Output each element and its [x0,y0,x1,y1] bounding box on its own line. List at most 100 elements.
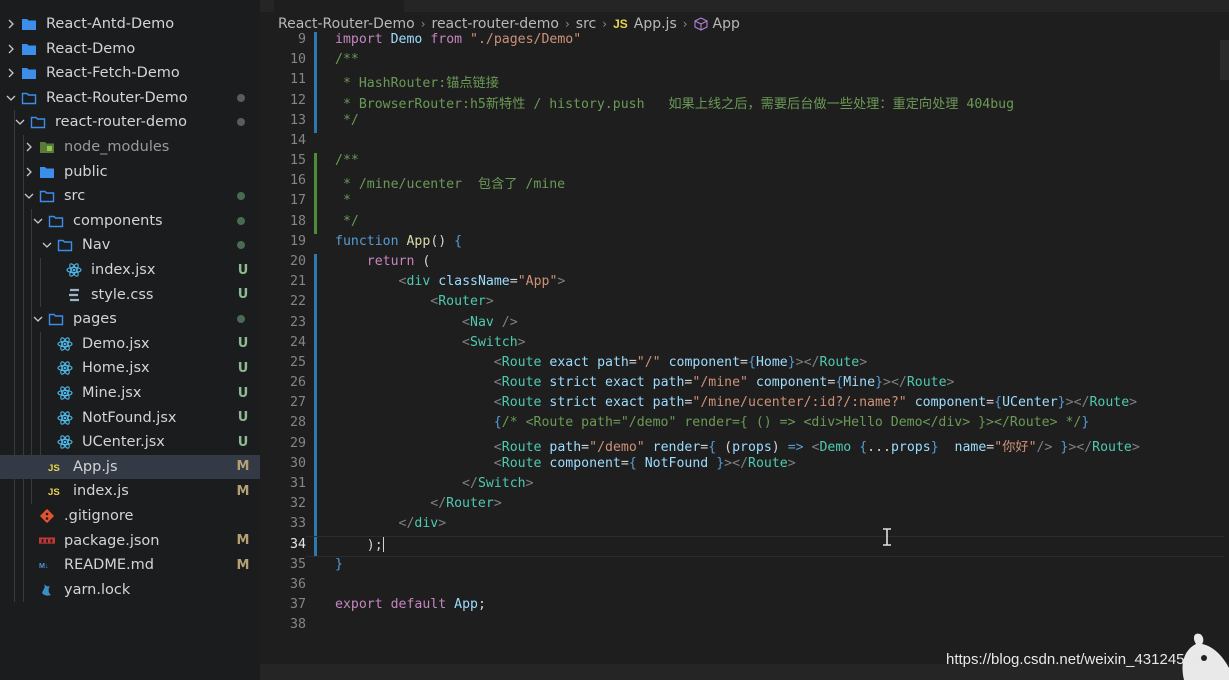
explorer-item[interactable]: components [0,209,260,233]
breadcrumb-item[interactable]: React-Router-Demo [278,16,415,32]
code-line[interactable]: <Switch> [335,335,526,350]
chevron-down-icon[interactable] [32,312,44,326]
chevron-right-icon[interactable] [5,17,17,31]
folder-open-icon [30,114,46,130]
explorer-item[interactable]: node_modules [0,135,260,159]
explorer-item-label: public [64,163,108,180]
code-line[interactable]: import Demo from "./pages/Demo" [335,32,581,47]
chevron-down-icon[interactable] [41,238,53,252]
explorer-item[interactable]: yarn.lock [0,578,260,602]
explorer-item-label: NotFound.jsx [82,409,177,426]
code-line[interactable]: <Route component={ NotFound }></Route> [335,456,796,471]
explorer-item[interactable]: style.css U [0,283,260,307]
symbol-cube-icon [693,17,708,31]
line-number: 37 [289,597,306,613]
code-line[interactable]: return ( [335,254,431,269]
explorer-item[interactable]: UCenter.jsx U [0,430,260,454]
chevron-right-icon[interactable] [23,140,35,154]
explorer-item[interactable]: React-Fetch-Demo [0,61,260,85]
explorer-item[interactable]: src [0,184,260,208]
node-folder-icon [39,139,55,155]
explorer-item[interactable]: NotFound.jsx U [0,406,260,430]
code-line[interactable]: * /mine/ucenter 包含了 /mine [335,173,565,192]
explorer-item[interactable]: React-Router-Demo [0,86,260,110]
chevron-down-icon[interactable] [14,115,26,129]
explorer-item-label: README.md [64,557,154,574]
chevron-right-icon[interactable] [23,165,35,179]
code-line[interactable]: * HashRouter:锚点链接 [335,72,499,91]
explorer-item[interactable]: .gitignore [0,504,260,528]
breadcrumb-item[interactable]: App [713,16,740,32]
code-line[interactable]: } [335,557,343,572]
chevron-down-icon[interactable] [23,189,35,203]
git-status-badge: U [237,336,249,352]
explorer-item[interactable]: Mine.jsx U [0,381,260,405]
status-dot [237,93,245,102]
code-line[interactable]: * BrowserRouter:h5新特性 / history.push 如果上… [335,93,1014,112]
explorer-item[interactable]: Nav [0,233,260,257]
line-number: 30 [289,455,306,471]
code-line[interactable]: */ [335,113,359,128]
explorer-item[interactable]: index.jsx U [0,258,260,282]
chevron-right-icon[interactable] [5,66,17,80]
explorer-item[interactable]: JS index.js M [0,479,260,503]
npm-icon [39,533,55,549]
chevron-down-icon[interactable] [5,91,17,105]
explorer-item-label: App.js [73,458,118,475]
folder-open-icon [39,188,55,204]
explorer-item[interactable]: react-router-demo [0,110,260,134]
explorer-item[interactable]: package.json M [0,529,260,553]
minimap-slider[interactable] [1220,40,1229,80]
code-line[interactable]: <Route strict exact path="/mine" compone… [335,375,955,390]
code-line[interactable]: /** [335,52,359,67]
breadcrumb-item[interactable]: src [576,16,596,32]
code-line[interactable]: /** [335,153,359,168]
breadcrumb-separator-icon: › [420,17,426,31]
explorer-item-label: React-Router-Demo [46,89,188,106]
code-line[interactable]: {/* <Route path="/demo" render={ () => <… [335,415,1090,430]
text-cursor-icon [883,528,891,546]
code-line[interactable]: function App() { [335,234,462,249]
code-line[interactable]: */ [335,214,359,229]
explorer-item[interactable]: Home.jsx U [0,356,260,380]
line-number: 25 [289,354,306,370]
explorer-item[interactable]: React-Antd-Demo [0,12,260,36]
code-line[interactable]: ); [335,536,384,553]
code-line[interactable]: </Switch> [335,476,533,491]
line-number: 11 [289,72,306,88]
code-line[interactable]: <Nav /> [335,315,518,330]
code-line[interactable]: </Router> [335,496,501,511]
code-line[interactable]: <div className="App"> [335,274,566,289]
code-line[interactable]: <Route path="/demo" render={ (props) => … [335,436,1140,455]
explorer-item-label: React-Fetch-Demo [46,65,180,82]
explorer-item[interactable]: Demo.jsx U [0,332,260,356]
chevron-down-icon[interactable] [32,214,44,228]
chevron-right-icon[interactable] [5,42,17,56]
explorer-item-label: pages [73,311,117,328]
explorer-item-label: react-router-demo [55,114,188,131]
explorer-item[interactable]: React-Demo [0,37,260,61]
git-status-badge: M [236,459,250,475]
explorer-item-label: Home.jsx [82,360,150,377]
explorer-item[interactable]: pages [0,307,260,331]
tab-app-js[interactable] [274,0,404,12]
breadcrumb-separator-icon: › [564,17,570,31]
code-line[interactable]: export default App; [335,597,486,612]
code-line[interactable]: <Route exact path="/" component={Home}><… [335,355,867,370]
breadcrumb-item[interactable]: react-router-demo [432,16,559,32]
explorer-item[interactable]: M↓ README.md M [0,553,260,577]
breadcrumb-item[interactable]: App.js [634,16,677,32]
line-number: 34 [289,536,306,552]
code-line[interactable]: <Route strict exact path="/mine/ucenter/… [335,395,1137,410]
git-status-badge: M [236,533,250,549]
git-status-badge: U [237,287,249,303]
breadcrumb-separator-icon: › [682,17,688,31]
git-status-badge: U [237,385,249,401]
explorer-item[interactable]: JS App.js M [0,454,260,479]
explorer-item-label: index.jsx [91,262,156,278]
code-line[interactable]: <Router> [335,294,494,309]
explorer-item[interactable]: public [0,160,260,184]
code-line[interactable]: </div> [335,516,447,531]
code-line[interactable]: * [335,193,351,208]
explorer-item-label: index.js [73,483,129,500]
